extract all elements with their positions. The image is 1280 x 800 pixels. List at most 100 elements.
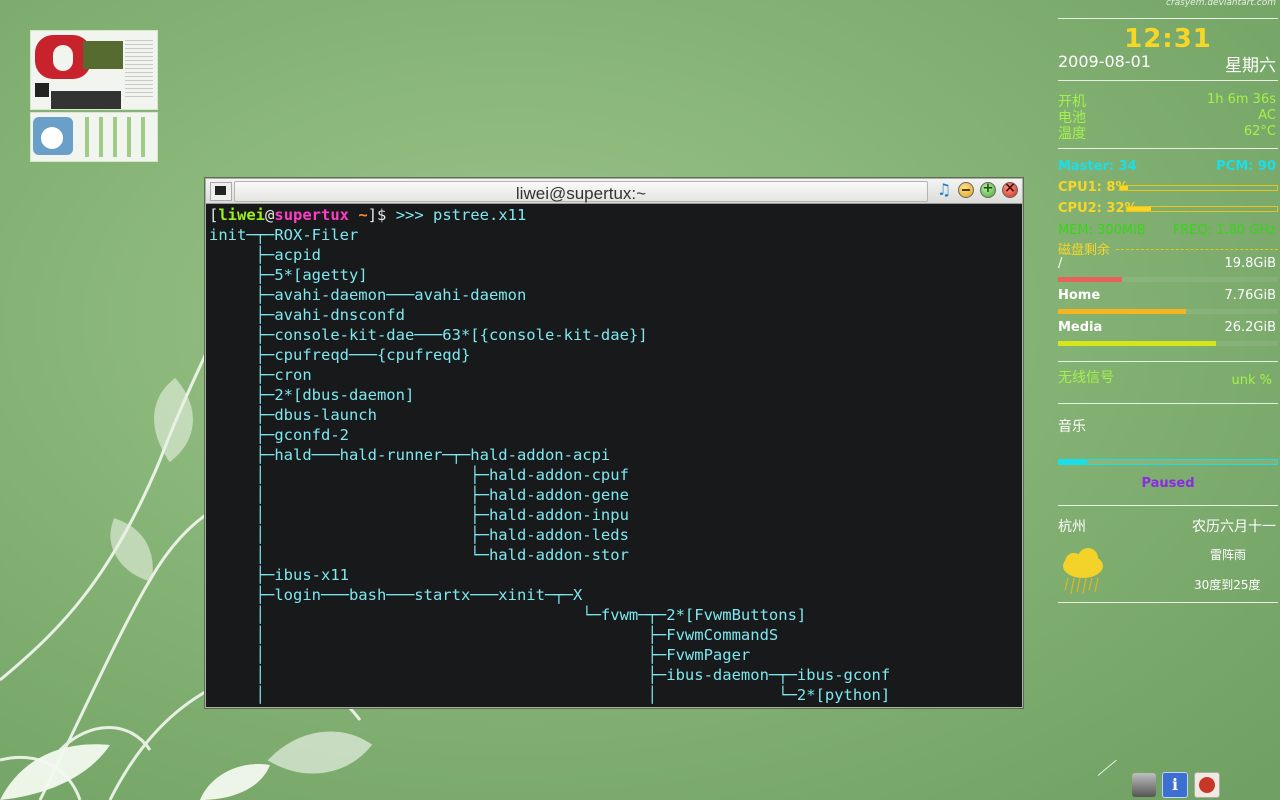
prompt-arrows: >>> bbox=[395, 206, 434, 224]
prompt-user: liwei bbox=[218, 206, 266, 224]
disk-home-bar-fill bbox=[1058, 309, 1186, 314]
disk-root-bar bbox=[1058, 277, 1278, 282]
process-tree-line: ├─avahi-daemon───avahi-daemon bbox=[209, 286, 527, 304]
terminal-output[interactable]: [liwei@supertux ~]$ >>> pstree.x11 init─… bbox=[209, 205, 1022, 707]
divider bbox=[1058, 148, 1278, 149]
disk-media-bar-fill bbox=[1058, 341, 1217, 346]
master-volume: Master: 34 bbox=[1058, 159, 1137, 174]
close-button[interactable] bbox=[1002, 180, 1018, 198]
ibus-icon[interactable] bbox=[1194, 772, 1220, 798]
pager-desk-2[interactable] bbox=[30, 112, 158, 162]
process-tree-line: ├─cron bbox=[209, 366, 312, 384]
memory-label: MEM: 300MiB bbox=[1058, 223, 1146, 238]
desktop-pager[interactable] bbox=[30, 30, 158, 164]
process-tree-line: │ ├─hald-addon-cpuf bbox=[209, 466, 629, 484]
title-area[interactable]: liwei@supertux:~ bbox=[234, 181, 928, 203]
window-thumbnail bbox=[125, 37, 153, 97]
process-tree-line: init─┬─ROX-Filer bbox=[209, 226, 359, 244]
wifi-value: unk % bbox=[1231, 373, 1273, 388]
window-title: liwei@supertux:~ bbox=[515, 184, 647, 203]
process-tree-line: │ └─fvwm─┬─2*[FvwmButtons] bbox=[209, 606, 807, 624]
date: 2009-08-01 bbox=[1058, 52, 1151, 71]
temperature-value: 62°C bbox=[1243, 124, 1276, 139]
process-tree-line: │ ├─hald-addon-gene bbox=[209, 486, 629, 504]
prompt-at: @ bbox=[265, 206, 275, 224]
window-thumbnail bbox=[51, 91, 121, 109]
uptime-value: 1h 6m 36s bbox=[1206, 92, 1276, 107]
music-note-icon[interactable]: ♫ bbox=[936, 182, 952, 198]
divider bbox=[1058, 18, 1278, 19]
music-progress-bar[interactable] bbox=[1058, 459, 1278, 465]
window-thumbnail bbox=[83, 41, 123, 69]
city: 杭州 bbox=[1058, 519, 1086, 535]
conky-panel: crasyem.deviantart.com 12:31 2009-08-01 … bbox=[1058, 0, 1278, 800]
weather-condition: 雷阵雨 bbox=[1210, 548, 1247, 562]
prompt-bracket: [ bbox=[209, 206, 219, 224]
lunar-date: 农历六月十一 bbox=[1192, 519, 1276, 535]
process-tree-line: ├─cpufreqd───{cpufreqd} bbox=[209, 346, 471, 364]
terminal-window[interactable]: liwei@supertux:~ ♫ [liwei@supertux ~]$ >… bbox=[205, 178, 1023, 708]
divider bbox=[1058, 361, 1278, 362]
disk-root-name: / bbox=[1058, 256, 1063, 271]
disk-home-free: 7.76GiB bbox=[1224, 288, 1276, 303]
disk-media-bar bbox=[1058, 341, 1278, 346]
window-thumbnail bbox=[35, 83, 49, 97]
credit-text: crasyem.deviantart.com bbox=[1166, 0, 1276, 8]
prompt-dir: ~ bbox=[349, 206, 368, 224]
cpu2-bar bbox=[1126, 206, 1278, 212]
cpu1-label: CPU1: 8% bbox=[1058, 180, 1129, 195]
clock: 12:31 bbox=[1124, 24, 1212, 54]
thunderstorm-icon bbox=[1063, 548, 1103, 595]
temperature-range: 30度到25度 bbox=[1194, 578, 1261, 592]
cpu2-bar-fill bbox=[1127, 207, 1151, 211]
disk-media-name: Media bbox=[1058, 320, 1103, 335]
disk-media-free: 26.2GiB bbox=[1224, 320, 1276, 335]
cpu1-bar-fill bbox=[1120, 186, 1128, 190]
command-text: pstree.x11 bbox=[433, 206, 527, 224]
minimize-button[interactable] bbox=[958, 182, 974, 198]
divider bbox=[1058, 505, 1278, 506]
dashed-divider bbox=[1116, 249, 1278, 250]
window-thumbnail bbox=[75, 117, 153, 157]
music-status: Paused bbox=[1141, 476, 1195, 491]
disk-home-name: Home bbox=[1058, 288, 1101, 303]
process-tree-line: │ ├─ibus-daemon─┬─ibus-gconf bbox=[209, 666, 891, 684]
tux-icon bbox=[33, 117, 73, 155]
process-tree-line: │ │ └─2*[python] bbox=[209, 686, 891, 704]
process-tree-line: │ └─hald-addon-stor bbox=[209, 546, 629, 564]
process-tree-line: ├─dbus-launch bbox=[209, 406, 377, 424]
process-tree-line: │ ├─FvwmCommandS bbox=[209, 626, 779, 644]
system-tray: i bbox=[1132, 772, 1220, 798]
disk-root-free: 19.8GiB bbox=[1224, 256, 1276, 271]
music-label: 音乐 bbox=[1058, 419, 1086, 435]
weekday: 星期六 bbox=[1225, 56, 1276, 76]
process-tree-line: ├─5*[agetty] bbox=[209, 266, 368, 284]
network-icon[interactable] bbox=[1132, 773, 1156, 797]
divider bbox=[1058, 403, 1278, 404]
process-tree-line: ├─login───bash───startx───xinit─┬─X bbox=[209, 586, 583, 604]
wifi-label: 无线信号 bbox=[1058, 370, 1114, 386]
process-tree-line: ├─ibus-x11 bbox=[209, 566, 349, 584]
process-tree-line: ├─acpid bbox=[209, 246, 321, 264]
maximize-button[interactable] bbox=[980, 181, 996, 198]
prompt-dollar: ]$ bbox=[367, 206, 396, 224]
pcm-volume: PCM: 90 bbox=[1216, 159, 1276, 174]
process-tree-line: ├─gconfd-2 bbox=[209, 426, 349, 444]
process-tree-line: ├─avahi-dnsconfd bbox=[209, 306, 405, 324]
info-icon[interactable]: i bbox=[1162, 772, 1188, 798]
title-bar[interactable]: liwei@supertux:~ ♫ bbox=[206, 179, 1022, 204]
process-tree-line: ├─hald───hald-runner─┬─hald-addon-acpi bbox=[209, 446, 611, 464]
disk-free-title: 磁盘剩余 bbox=[1058, 243, 1111, 258]
prompt-line: [liwei@supertux ~]$ >>> pstree.x11 bbox=[209, 205, 526, 225]
prompt-host: supertux bbox=[274, 206, 350, 224]
disk-home-bar bbox=[1058, 309, 1278, 314]
process-tree-line: ├─console-kit-dae───63*[{console-kit-dae… bbox=[209, 326, 648, 344]
cpu1-bar bbox=[1119, 185, 1278, 191]
battery-value: AC bbox=[1258, 108, 1276, 123]
process-tree-line: │ ├─hald-addon-leds bbox=[209, 526, 629, 544]
process-tree-line: │ ├─hald-addon-inpu bbox=[209, 506, 629, 524]
pager-desk-1[interactable] bbox=[30, 30, 158, 110]
temperature-label: 温度 bbox=[1058, 126, 1086, 142]
divider bbox=[1058, 80, 1278, 81]
window-menu-icon[interactable] bbox=[210, 182, 232, 201]
